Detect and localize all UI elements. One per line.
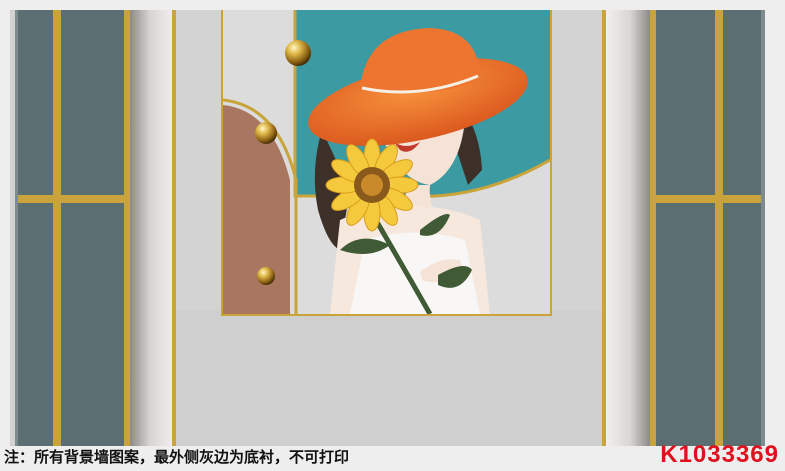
right-slate-panel <box>650 10 765 446</box>
left-slate-panel <box>15 10 130 446</box>
gold-sphere-icon <box>257 267 275 285</box>
footer-note: 注：所有背景墙图案，最外侧灰边为底衬，不可打印 <box>4 448 350 466</box>
gold-sphere-icon <box>285 40 311 66</box>
gold-sphere-icon <box>255 122 277 144</box>
left-pillar <box>130 10 175 446</box>
background-wall-design <box>10 10 765 446</box>
wall-artwork <box>10 10 765 446</box>
product-code: K1033369 <box>660 441 779 468</box>
right-pillar <box>606 10 650 446</box>
